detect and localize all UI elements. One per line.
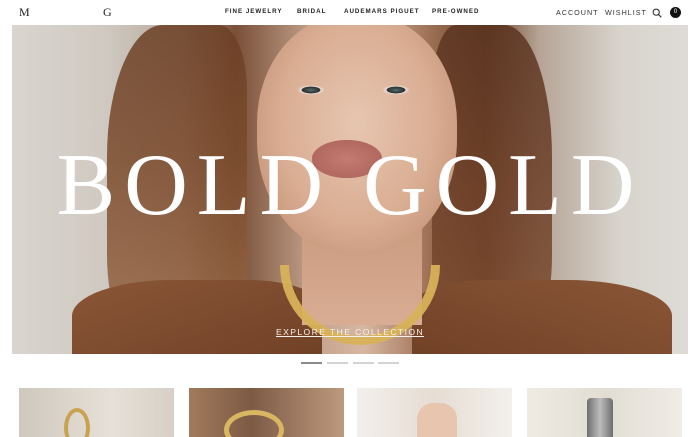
tile-image-bracelet [224, 410, 284, 437]
carousel-dot-4[interactable] [378, 362, 399, 364]
product-tile-jewelry[interactable] [357, 388, 512, 437]
hero-banner[interactable]: BOLD GOLD EXPLORE THE COLLECTION [12, 25, 688, 354]
nav-bridal[interactable]: BRIDAL [297, 8, 326, 15]
account-link[interactable]: ACCOUNT [556, 8, 599, 17]
product-tile-watches[interactable] [527, 388, 682, 437]
carousel-dot-3[interactable] [353, 362, 374, 364]
tile-image-ring [64, 408, 90, 437]
nav-fine-jewelry[interactable]: FINE JEWELRY [225, 8, 283, 15]
site-header: M G FINE JEWELRY BRIDAL AUDEMARS PIGUET … [0, 0, 700, 25]
search-icon[interactable] [652, 8, 662, 18]
product-tile-rings[interactable] [19, 388, 174, 437]
hero-image-jacket-right [412, 280, 672, 354]
hero-image-eye-right [382, 85, 410, 95]
product-tile-bracelets[interactable] [189, 388, 344, 437]
tile-image-watch [587, 398, 613, 437]
nav-audemars-piguet[interactable]: AUDEMARS PIGUET [344, 8, 420, 15]
carousel-dot-1[interactable] [301, 362, 322, 364]
hero-image-eye-left [297, 85, 325, 95]
carousel-dot-2[interactable] [327, 362, 348, 364]
hero-title: BOLD GOLD [56, 137, 644, 234]
tile-image-hand [417, 403, 457, 437]
nav-pre-owned[interactable]: PRE-OWNED [432, 8, 480, 15]
explore-collection-link[interactable]: EXPLORE THE COLLECTION [12, 327, 688, 337]
wishlist-link[interactable]: WISHLIST [605, 8, 647, 17]
cart-count-badge[interactable]: 0 [670, 7, 681, 18]
